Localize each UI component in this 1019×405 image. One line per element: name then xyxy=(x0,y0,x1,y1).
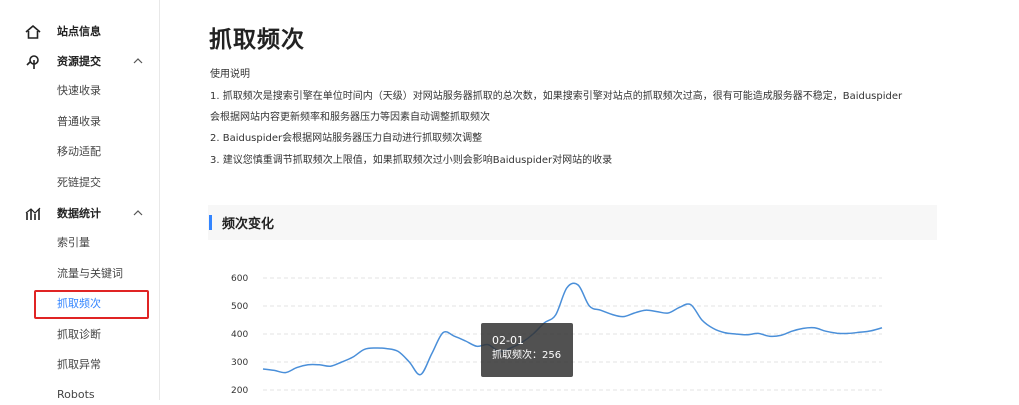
usage-heading: 使用说明 xyxy=(210,69,250,80)
section-header: 频次变化 xyxy=(208,205,937,240)
page-title: 抓取频次 xyxy=(209,27,305,53)
nav-item-normal-index[interactable]: 普通收录 xyxy=(57,112,101,132)
chevron-up-icon[interactable] xyxy=(132,55,144,67)
nav-item-crawl-errors[interactable]: 抓取异常 xyxy=(57,355,101,375)
usage-line-4: 3. 建议您慎重调节抓取频次上限值，如果抓取频次过小则会影响Baiduspide… xyxy=(210,155,613,166)
usage-line-3: 2. Baiduspider会根据网站服务器压力自动进行抓取频次调整 xyxy=(210,133,483,144)
section-title: 频次变化 xyxy=(222,217,275,232)
sidebar-nav: 站点信息 资源提交 快速收录 普通收录 移动适配 死链提交 数据统计 索引量 流… xyxy=(0,0,160,401)
nav-data-stats-label: 数据统计 xyxy=(57,207,101,220)
tooltip-row: 抓取频次：256 xyxy=(492,348,573,364)
nav-site-info[interactable]: 站点信息 xyxy=(0,16,160,46)
tooltip-label: 抓取频次 xyxy=(492,350,532,361)
nav-item-fast-index[interactable]: 快速收录 xyxy=(57,81,101,101)
y-tick-label: 300 xyxy=(231,358,248,368)
nav-item-mobile-adapt[interactable]: 移动适配 xyxy=(57,142,101,162)
upload-link-icon xyxy=(26,55,39,69)
tooltip-date: 02-01 xyxy=(492,334,524,347)
nav-item-crawl-diagnosis[interactable]: 抓取诊断 xyxy=(57,325,101,345)
tooltip-value: 256 xyxy=(542,350,562,361)
home-icon xyxy=(25,25,41,39)
nav-resource-submit-label: 资源提交 xyxy=(57,55,101,68)
nav-site-info-label: 站点信息 xyxy=(57,25,101,38)
y-tick-label: 200 xyxy=(231,386,248,396)
nav-resource-submit[interactable]: 资源提交 xyxy=(0,46,160,76)
y-tick-label: 600 xyxy=(231,274,248,284)
bar-chart-icon xyxy=(25,207,41,220)
chart-tooltip: 02-01 抓取频次：256 xyxy=(481,323,573,377)
nav-item-robots[interactable]: Robots xyxy=(57,385,95,405)
tooltip-separator: ： xyxy=(532,350,542,361)
chevron-up-icon[interactable] xyxy=(132,207,144,219)
section-accent-bar xyxy=(209,215,212,230)
usage-line-2: 会根据网站内容更新频率和服务器压力等因素自动调整抓取频次 xyxy=(210,112,490,123)
nav-item-index-volume[interactable]: 索引量 xyxy=(57,233,90,253)
nav-item-crawl-frequency[interactable]: 抓取频次 xyxy=(57,294,101,314)
nav-item-traffic-keywords[interactable]: 流量与关键词 xyxy=(57,264,123,284)
y-tick-label: 400 xyxy=(231,330,248,340)
crawl-frequency-chart[interactable]: 600 500 400 300 200 xyxy=(160,255,1019,400)
usage-line-1: 1. 抓取频次是搜索引擎在单位时间内（天级）对网站服务器抓取的总次数，如果搜索引… xyxy=(210,91,903,102)
nav-data-stats[interactable]: 数据统计 xyxy=(0,198,160,228)
nav-item-dead-link[interactable]: 死链提交 xyxy=(57,173,101,193)
y-tick-label: 500 xyxy=(231,302,248,312)
main-content: 抓取频次 使用说明 1. 抓取频次是搜索引擎在单位时间内（天级）对网站服务器抓取… xyxy=(160,0,1019,400)
